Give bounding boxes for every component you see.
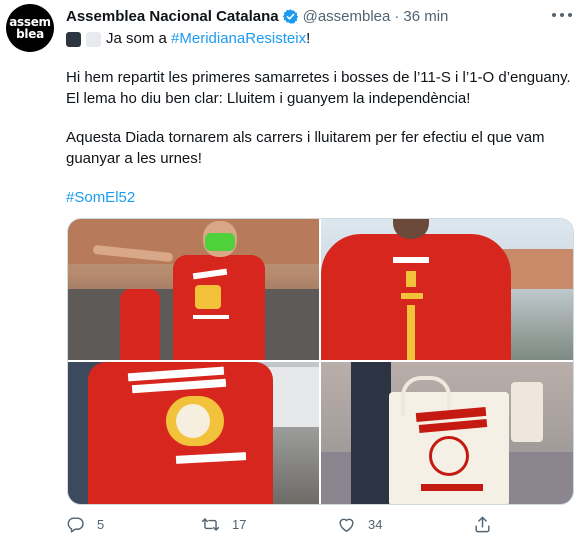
like-count: 34 [368, 517, 383, 532]
tweet-header: Assemblea Nacional Catalana @assemblea ·… [66, 6, 448, 26]
hashtag-somel52-link[interactable]: #SomEl52 [66, 188, 135, 208]
retweet-button[interactable]: 17 [201, 515, 246, 534]
reply-icon [67, 517, 84, 533]
more-options-icon[interactable] [552, 6, 572, 24]
tweet[interactable]: assem blea Assemblea Nacional Catalana @… [0, 0, 588, 548]
author-name[interactable]: Assemblea Nacional Catalana [66, 8, 279, 25]
photo-grid [67, 218, 574, 505]
tweet-line-3: El lema ho diu ben clar: Lluitem i guany… [66, 90, 471, 107]
heart-icon [339, 518, 354, 532]
retweet-icon [201, 518, 220, 531]
verified-badge-icon [282, 8, 298, 24]
share-button[interactable] [473, 515, 492, 534]
photo-2[interactable] [321, 219, 573, 360]
tweet-line-4: Aquesta Diada tornarem als carrers i llu… [66, 129, 545, 146]
photo-3[interactable] [68, 362, 319, 504]
flag-emoji-icon [66, 31, 81, 47]
tweet-actions: 5 17 34 [66, 515, 496, 539]
author-handle[interactable]: @assemblea [303, 8, 391, 25]
separator-dot: · [394, 7, 400, 25]
hashtag-meridiana-link[interactable]: #MeridianaResisteix [171, 29, 306, 49]
retweet-count: 17 [232, 517, 247, 532]
reply-count: 5 [97, 517, 105, 532]
share-icon [475, 516, 490, 533]
line1-text: Ja som a [106, 30, 172, 47]
photo-4[interactable] [321, 362, 573, 504]
avatar[interactable]: assem blea [6, 4, 54, 52]
tweet-line-2: Hi hem repartit les primeres samarretes … [66, 69, 571, 86]
avatar-text-line2: blea [16, 27, 44, 41]
flag-emoji-icon [86, 31, 101, 47]
like-button[interactable]: 34 [337, 515, 382, 534]
tweet-line-5: guanyar a les urnes! [66, 150, 202, 167]
photo-1[interactable] [68, 219, 319, 360]
tweet-timestamp[interactable]: 36 min [403, 8, 448, 25]
line1-end: ! [306, 30, 311, 47]
tweet-line-1: Ja som a #MeridianaResisteix ! [66, 29, 310, 49]
reply-button[interactable]: 5 [66, 515, 104, 534]
